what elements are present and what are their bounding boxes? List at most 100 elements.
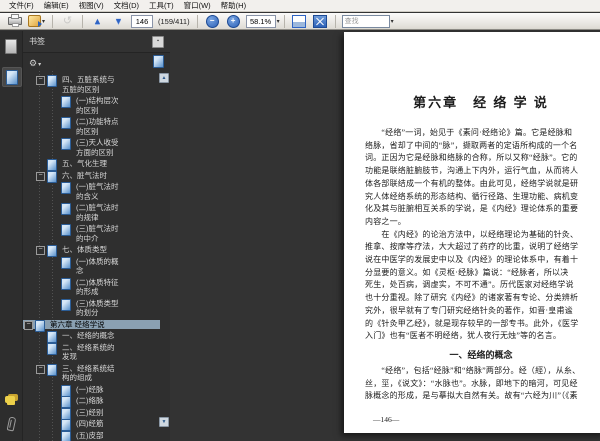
menu-item[interactable]: 窗口(W)	[179, 0, 216, 11]
tree-scrollbar[interactable]: ▲ ▼	[159, 73, 169, 427]
menu-item[interactable]: 视图(V)	[74, 0, 109, 11]
zoom-in-button[interactable]: +	[224, 13, 243, 30]
current-bookmark-button[interactable]	[153, 55, 164, 68]
bookmark-item[interactable]: (三)体质类型的划分	[23, 298, 160, 318]
comments-panel-tab[interactable]	[2, 389, 20, 407]
page-line: 说在中医学的发展史中以及《内经》的理论体系中，有着十	[365, 255, 579, 265]
page-pagenum: —146—	[373, 415, 400, 425]
pages-panel-tab[interactable]	[2, 37, 20, 55]
fit-window-icon	[313, 14, 328, 28]
previous-view-icon: ↺	[62, 15, 73, 27]
bookmark-label: (二)体质特征的形成	[76, 277, 119, 297]
bookmark-item[interactable]: 一、经络的概念	[23, 331, 160, 343]
bookmark-label: (一)体质的概念	[76, 256, 119, 276]
bookmark-item[interactable]: − 七、体质类型	[23, 245, 160, 257]
toolbar-separator	[196, 14, 198, 28]
attachments-panel-tab[interactable]	[2, 415, 20, 433]
page-title: 第六章 经 络 学 说	[413, 95, 549, 110]
page-content: 第六章 经 络 学 说 “经络”一词，始见于《素问·经络论》篇。它是经脉和 络脉，…	[365, 92, 597, 424]
page-line: 的《针灸甲乙经》，就是现存较早的一部专书。此外，《医学	[365, 318, 579, 328]
bookmark-label: (二)络脉	[76, 396, 104, 405]
bookmark-label: (三)经别	[76, 407, 104, 417]
zoom-dropdown-caret-icon[interactable]: ▾	[277, 18, 280, 25]
bookmark-item[interactable]: (二)络脉	[23, 396, 160, 408]
document-area[interactable]: 第六章 经 络 学 说 “经络”一词，始见于《素问·经络论》篇。它是经脉和 络脉，…	[171, 31, 600, 441]
expander-minus-icon[interactable]: −	[36, 76, 45, 85]
export-button[interactable]: ▾	[26, 13, 47, 30]
menu-item[interactable]: 帮助(H)	[216, 0, 251, 11]
expander-minus-icon[interactable]: −	[36, 171, 45, 181]
bookmark-item[interactable]: (五)皮部	[23, 430, 160, 441]
bookmark-item[interactable]: 五、气化生理	[23, 159, 160, 171]
bookmark-item[interactable]: (三)经别	[23, 407, 160, 420]
bookmark-item[interactable]: − 四、五脏系统与五脏的区别	[23, 75, 160, 94]
zoom-out-button[interactable]: −	[203, 13, 222, 30]
bookmark-item[interactable]: − 第六章 经络学说	[23, 319, 160, 332]
scroll-mode-button[interactable]	[290, 13, 309, 30]
next-page-button[interactable]: ▼	[109, 13, 128, 30]
page-line: 内容之一。	[365, 216, 406, 226]
bookmarks-panel-title: 书签	[29, 37, 45, 46]
bookmark-page-icon	[61, 224, 71, 236]
expander-minus-icon[interactable]: −	[36, 246, 45, 255]
toolbar-separator	[52, 14, 54, 28]
menu-bar: 文件(F) 编辑(E) 视图(V) 文档(D) 工具(T) 窗口(W) 帮助(H)	[0, 0, 600, 12]
page-number-input[interactable]	[131, 14, 154, 28]
print-button[interactable]	[5, 13, 24, 30]
bookmark-page-icon	[47, 245, 57, 257]
bookmarks-panel: 书签 ▪ ⚙▾ − 四、五脏系统与五脏的区别 (一)结构层次的区别 (二)功能特点的区…	[23, 31, 170, 441]
bookmark-item[interactable]: (一)脏气法时的含义	[23, 182, 160, 201]
bookmark-label: (一)脏气法时的含义	[76, 182, 119, 201]
menu-item[interactable]: 文件(F)	[4, 0, 39, 11]
page-line: 体各部联结成一个有机的整体。由此可见，经络学说就是研	[365, 178, 579, 188]
paperclip-icon	[6, 416, 16, 432]
find-input[interactable]	[341, 14, 390, 28]
bookmark-item[interactable]: − 三、经络系统结构的组成	[23, 363, 160, 383]
find-dropdown-caret-icon[interactable]: ▾	[391, 18, 394, 25]
scroll-up-button[interactable]: ▲	[159, 73, 169, 83]
expander-minus-icon[interactable]: −	[24, 320, 33, 330]
bookmark-item[interactable]: (二)体质特征的形成	[23, 277, 160, 297]
bookmarks-icon	[6, 69, 18, 85]
bookmark-item[interactable]: − 六、脏气法时	[23, 170, 160, 183]
bookmarks-panel-tab[interactable]	[2, 67, 22, 87]
bookmark-page-icon	[61, 384, 71, 397]
dropdown-caret-icon: ▾	[42, 18, 46, 25]
bookmark-item[interactable]: (一)经脉	[23, 384, 160, 397]
bookmark-item[interactable]: (一)体质的概念	[23, 256, 160, 276]
bookmark-item[interactable]: (二)脏气法时的规律	[23, 203, 160, 222]
bookmark-page-icon	[47, 331, 57, 343]
down-arrow-icon: ▼	[114, 15, 123, 26]
bookmark-item[interactable]: (三)天人收受方面的区别	[23, 138, 160, 157]
zoom-level-box[interactable]: 58.1%	[245, 14, 276, 28]
bookmark-options-button[interactable]: ⚙▾	[29, 53, 41, 71]
pages-icon	[5, 38, 17, 54]
bookmark-page-icon	[61, 407, 71, 420]
menu-item[interactable]: 工具(T)	[144, 0, 179, 11]
export-icon	[28, 15, 42, 27]
page-line: 词。正因为它是经脉和络脉的合称，所以又称“经脉”。它的	[365, 153, 578, 163]
bookmark-label: (三)体质类型的划分	[76, 298, 119, 318]
scroll-down-button[interactable]: ▼	[159, 417, 169, 427]
bookmark-label: 七、体质类型	[62, 245, 107, 254]
previous-page-button[interactable]: ▲	[88, 13, 107, 30]
menu-item[interactable]: 文档(D)	[109, 0, 144, 11]
bookmark-item[interactable]: (一)结构层次的区别	[23, 96, 160, 115]
expander-minus-icon[interactable]: −	[36, 364, 45, 374]
bookmark-item[interactable]: (二)功能特点的区别	[23, 117, 160, 136]
bookmark-page-icon	[61, 182, 71, 194]
menu-item[interactable]: 编辑(E)	[39, 0, 74, 11]
page-line: 分显要的意义。如《灵枢·经脉》篇说：“经脉者，所以决	[365, 267, 569, 277]
bookmark-item[interactable]: (三)脏气法时的中介	[23, 224, 160, 243]
page-line: “经络”一词，始见于《素问·经络论》篇。它是经脉和	[365, 128, 573, 137]
bookmark-item[interactable]: (四)经筋	[23, 419, 160, 431]
bookmark-item[interactable]: 二、经络系统的发现	[23, 342, 160, 362]
bookmark-page-icon	[61, 419, 71, 431]
panel-menu-button[interactable]: ▪	[152, 35, 164, 48]
page-heading: 一、经络的概念	[449, 349, 513, 360]
gear-icon: ⚙	[29, 57, 38, 68]
toolbar-separator	[334, 14, 336, 28]
fullscreen-button[interactable]	[311, 13, 330, 30]
dropdown-caret-icon: ▾	[38, 61, 42, 68]
page-line: 络脉，省却了中间的“脉”，撷取两者的定语所构成的一个名	[365, 140, 578, 150]
